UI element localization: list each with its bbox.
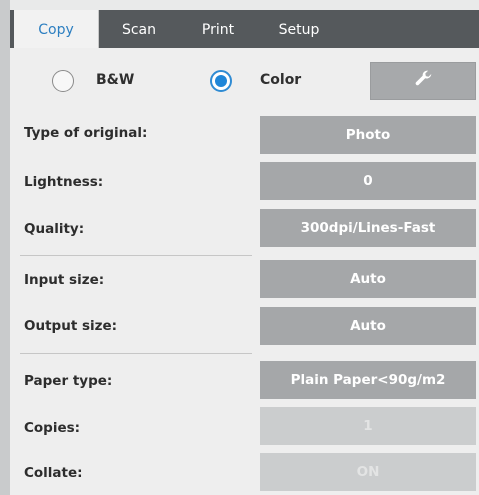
collate-button: ON [260,453,476,491]
tab-print[interactable]: Print [180,10,256,48]
color-radio[interactable] [210,70,232,92]
bw-radio[interactable] [52,70,74,92]
copies-label: Copies: [24,420,81,436]
tab-setup[interactable]: Setup [256,10,342,48]
collate-label: Collate: [24,465,83,481]
bw-radio-label: B&W [96,72,135,88]
wrench-icon [412,68,434,94]
output-size-label: Output size: [24,318,118,334]
tab-bar: Copy Scan Print Setup [10,10,479,50]
settings-tool-button[interactable] [370,62,476,100]
section-divider [20,353,252,354]
section-divider [20,255,252,256]
color-radio-label: Color [260,72,302,88]
type-of-original-label: Type of original: [24,125,148,141]
copy-settings-panel: B&W Color Type of original: Photo Lightn… [10,48,479,495]
tab-copy[interactable]: Copy [14,10,99,50]
quality-label: Quality: [24,221,85,237]
quality-button[interactable]: 300dpi/Lines-Fast [260,209,476,247]
input-size-label: Input size: [24,272,105,288]
type-of-original-button[interactable]: Photo [260,116,476,154]
lightness-label: Lightness: [24,174,104,190]
copy-window: Copy Scan Print Setup B&W Color Type of … [10,0,479,495]
copies-button: 1 [260,407,476,445]
input-size-button[interactable]: Auto [260,260,476,298]
tab-scan[interactable]: Scan [98,10,180,48]
paper-type-label: Paper type: [24,373,113,389]
paper-type-button[interactable]: Plain Paper<90g/m2 [260,361,476,399]
lightness-button[interactable]: 0 [260,162,476,200]
output-size-button[interactable]: Auto [260,307,476,345]
